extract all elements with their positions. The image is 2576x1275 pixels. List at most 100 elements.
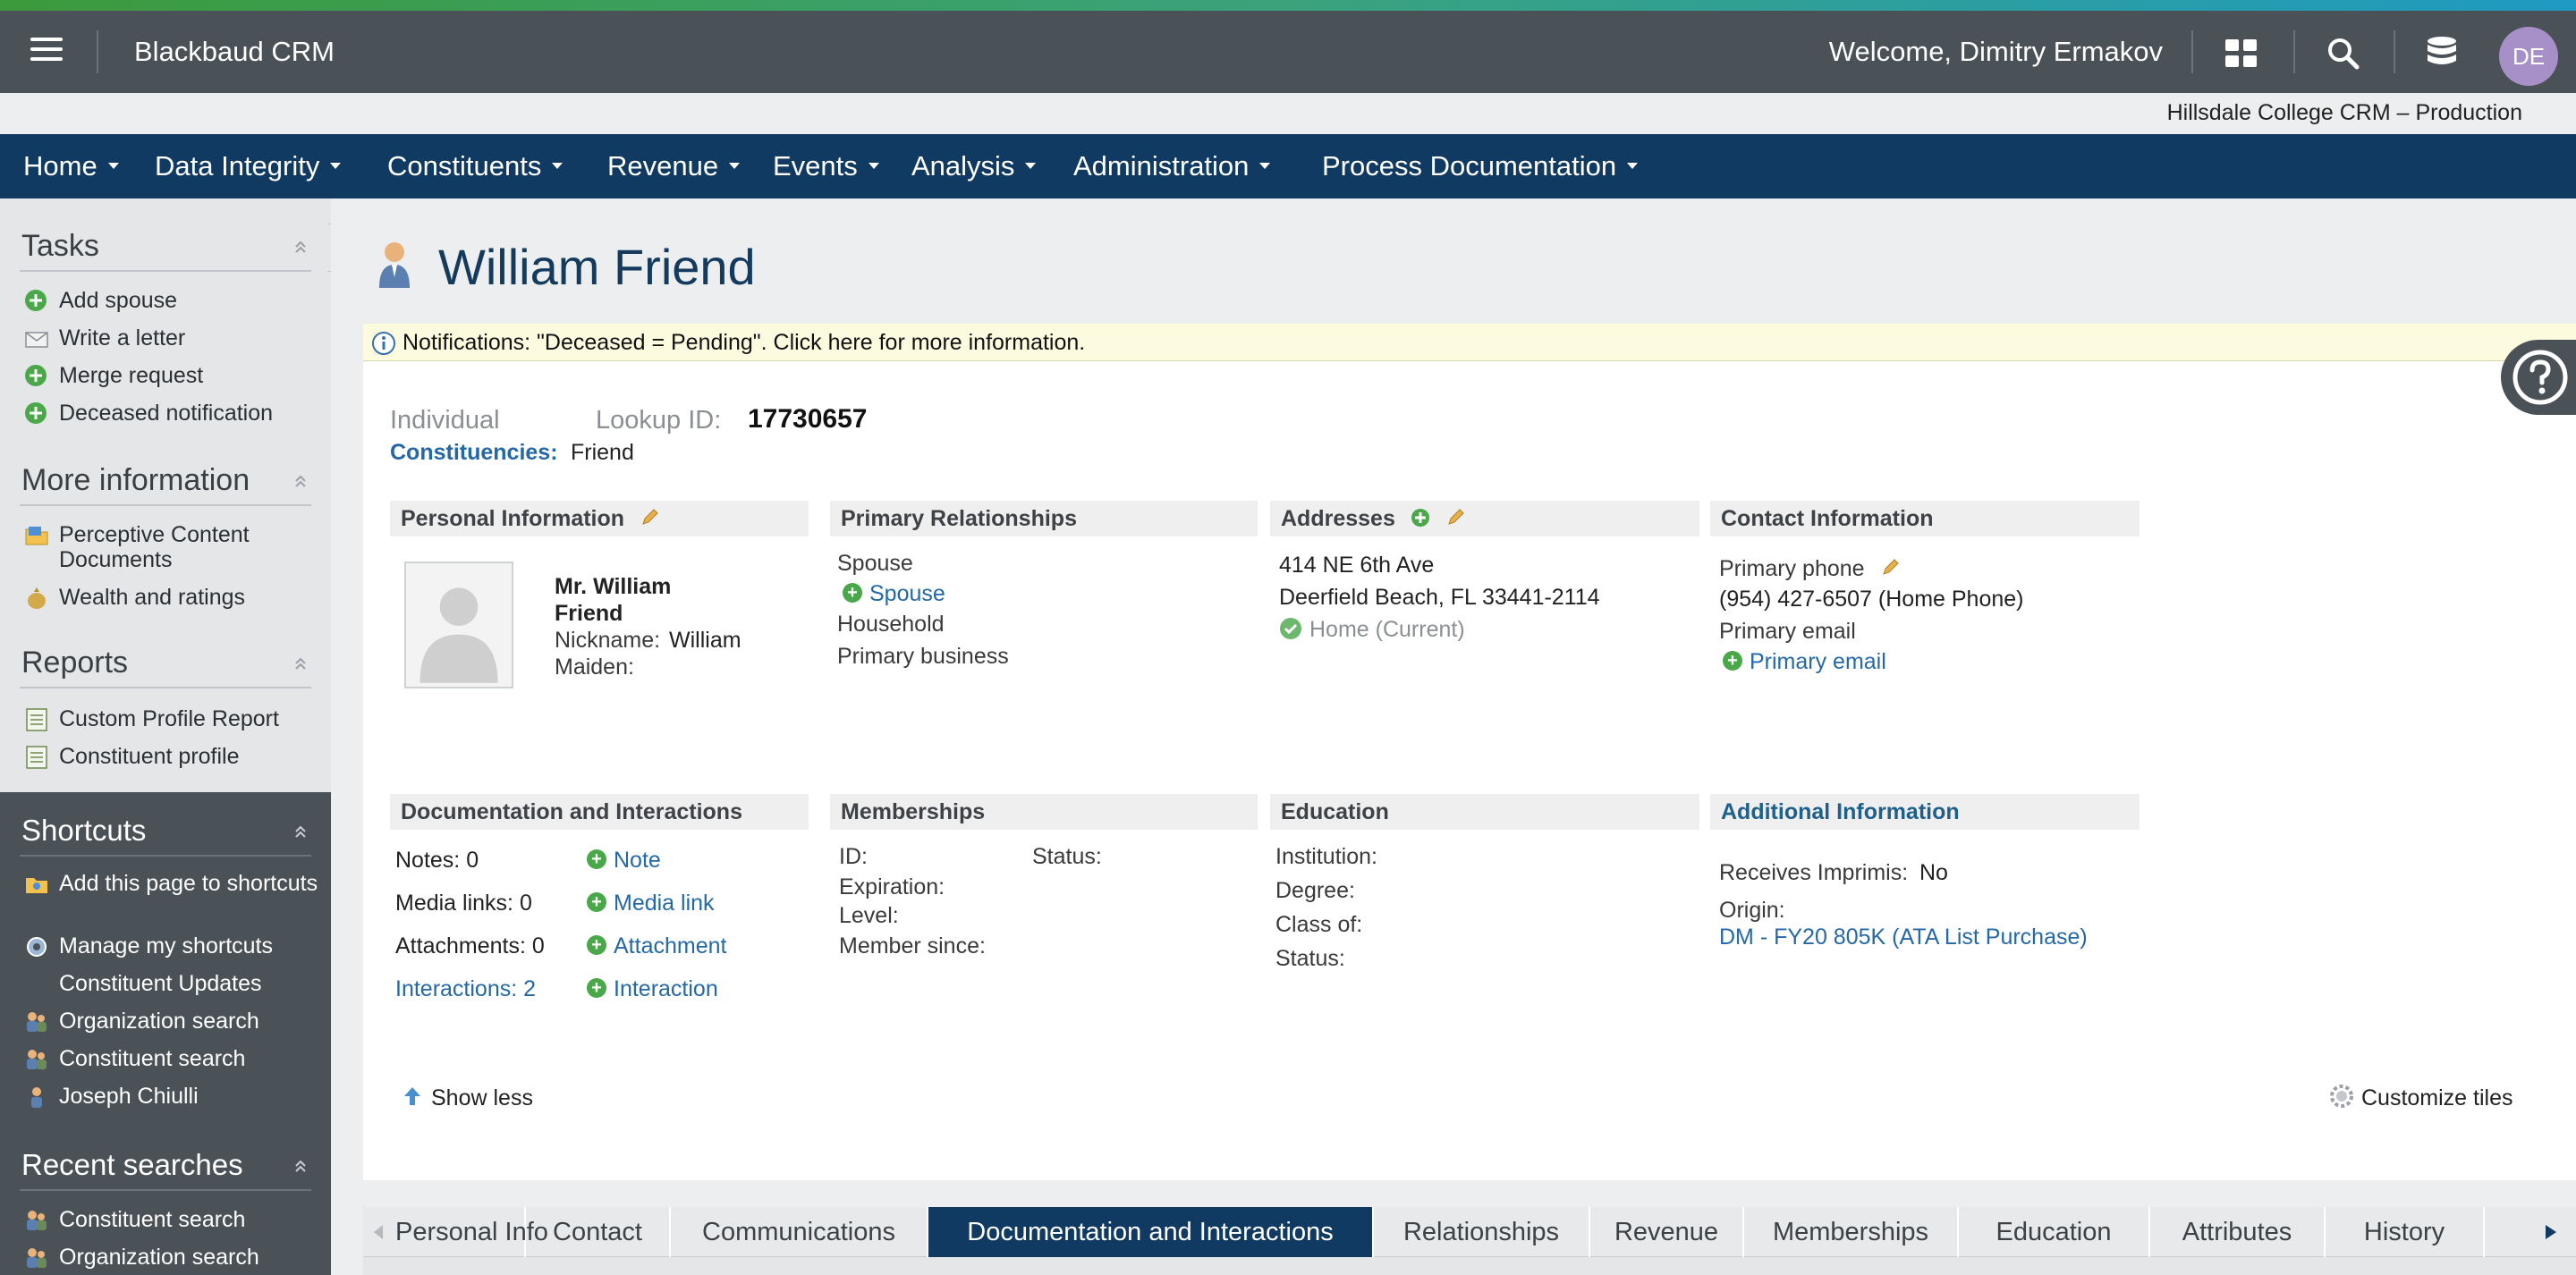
tab-revenue[interactable]: Revenue	[1590, 1207, 1744, 1257]
wealth-icon	[28, 587, 46, 609]
constituent-type: Individual	[390, 406, 500, 435]
tab-relationships[interactable]: Relationships	[1374, 1207, 1590, 1257]
accent-strip	[0, 0, 2576, 11]
shortcut-joseph-chiulli[interactable]: Joseph Chiulli	[23, 1084, 318, 1110]
more-wealth-ratings[interactable]: Wealth and ratings	[23, 585, 318, 612]
tile-personal-information[interactable]: Personal Information	[390, 501, 809, 536]
divider	[2394, 30, 2395, 73]
nav-home[interactable]: Home	[23, 150, 119, 182]
task-deceased-notification[interactable]: Deceased notification	[23, 401, 318, 427]
primary-email-label: Primary email	[1719, 619, 1856, 644]
maiden-label: Maiden:	[555, 654, 634, 680]
scroll-left-icon[interactable]	[363, 1207, 395, 1257]
spouse-label: Spouse	[837, 551, 913, 576]
tile-documentation-interactions[interactable]: Documentation and Interactions	[390, 794, 809, 830]
shortcut-constituent-updates[interactable]: Constituent Updates	[23, 971, 318, 996]
add-icon	[25, 402, 47, 424]
help-button[interactable]	[2501, 340, 2576, 415]
menu-icon[interactable]	[30, 38, 63, 64]
collapse-icon[interactable]	[293, 474, 308, 488]
notes-count: Notes: 0	[395, 848, 479, 873]
tile-addresses[interactable]: Addresses	[1270, 501, 1699, 536]
gear-icon	[27, 937, 47, 957]
shortcut-constituent-search[interactable]: Constituent search	[23, 1046, 318, 1073]
gear-icon	[2330, 1085, 2353, 1109]
constituencies-link[interactable]: Constituencies:	[390, 440, 558, 466]
origin-link[interactable]: DM - FY20 805K (ATA List Purchase)	[1719, 925, 2088, 950]
add-interaction-link[interactable]: + Interaction	[587, 976, 718, 1002]
add-attachment-link[interactable]: + Attachment	[587, 933, 726, 959]
tab-documentation-interactions[interactable]: Documentation and Interactions	[928, 1207, 1374, 1257]
degree-label: Degree:	[1275, 878, 1355, 903]
tile-title: Documentation and Interactions	[401, 799, 742, 824]
shortcut-add-page[interactable]: Add this page to shortcuts	[23, 871, 318, 898]
edit-pencil-icon[interactable]	[1445, 508, 1465, 528]
task-add-spouse[interactable]: Add spouse	[23, 288, 318, 315]
nav-process-documentation[interactable]: Process Documentation	[1322, 150, 1639, 182]
tab-memberships[interactable]: Memberships	[1744, 1207, 1959, 1257]
database-icon[interactable]	[2422, 34, 2462, 73]
tab-contact[interactable]: Contact	[526, 1207, 671, 1257]
notification-banner[interactable]: Notifications: "Deceased = Pending". Cli…	[363, 324, 2576, 361]
nav-events[interactable]: Events	[773, 150, 879, 182]
more-perceptive-content[interactable]: Perceptive Content Documents	[23, 522, 318, 572]
collapse-icon[interactable]	[293, 656, 308, 671]
add-media-link[interactable]: + Media link	[587, 891, 715, 916]
membership-id-label: ID:	[839, 844, 868, 869]
interactions-link[interactable]: Interactions: 2	[395, 976, 536, 1002]
tile-memberships[interactable]: Memberships	[830, 794, 1258, 830]
tab-attributes[interactable]: Attributes	[2150, 1207, 2326, 1257]
divider	[2191, 30, 2193, 73]
nav-data-integrity[interactable]: Data Integrity	[155, 150, 342, 182]
task-merge-request[interactable]: Merge request	[23, 363, 318, 390]
show-less-button[interactable]: Show less	[402, 1085, 533, 1111]
tab-education[interactable]: Education	[1959, 1207, 2150, 1257]
tile-additional-information[interactable]: Additional Information	[1710, 794, 2140, 830]
tab-history[interactable]: History	[2326, 1207, 2485, 1257]
environment-label: Hillsdale College CRM – Production	[2166, 100, 2522, 125]
add-note-link[interactable]: + Note	[587, 848, 661, 874]
tile-title: Education	[1281, 799, 1389, 824]
divider	[20, 504, 311, 506]
edit-pencil-icon[interactable]	[640, 508, 659, 528]
collapse-icon[interactable]	[293, 824, 308, 839]
profile-panel: Individual Lookup ID: 17730657 Constitue…	[363, 361, 2576, 1180]
tile-primary-relationships[interactable]: Primary Relationships	[830, 501, 1258, 536]
person-name-line2: Friend	[555, 601, 623, 626]
nav-analysis[interactable]: Analysis	[911, 150, 1037, 182]
shortcut-manage[interactable]: Manage my shortcuts	[23, 933, 318, 960]
collapse-icon[interactable]	[293, 1159, 308, 1173]
education-status-label: Status:	[1275, 946, 1345, 971]
tile-education[interactable]: Education	[1270, 794, 1699, 830]
avatar[interactable]: DE	[2499, 27, 2558, 86]
shortcut-organization-search[interactable]: Organization search	[23, 1009, 318, 1035]
people-search-icon	[27, 1050, 47, 1069]
institution-label: Institution:	[1275, 844, 1377, 869]
app-title[interactable]: Blackbaud CRM	[134, 36, 335, 68]
recent-constituent-search[interactable]: Constituent search	[23, 1207, 318, 1234]
add-spouse-link[interactable]: + Spouse	[843, 581, 945, 607]
scroll-right-icon[interactable]	[2535, 1207, 2567, 1257]
task-write-letter[interactable]: Write a letter	[23, 325, 318, 352]
nav-revenue[interactable]: Revenue	[607, 150, 741, 182]
tab-communications[interactable]: Communications	[671, 1207, 928, 1257]
collapse-icon[interactable]	[293, 240, 308, 254]
add-primary-email-link[interactable]: + Primary email	[1723, 649, 1886, 675]
report-constituent-profile[interactable]: Constituent profile	[23, 744, 318, 771]
top-bar: Blackbaud CRM Welcome, Dimitry Ermakov D…	[0, 11, 2576, 93]
search-icon[interactable]	[2324, 34, 2363, 73]
nav-constituents[interactable]: Constituents	[387, 150, 564, 182]
nav-administration[interactable]: Administration	[1073, 150, 1271, 182]
report-custom-profile[interactable]: Custom Profile Report	[23, 706, 318, 733]
lookup-id-value: 17730657	[748, 404, 868, 434]
sidebar-tasks-title: Tasks	[21, 229, 99, 263]
letter-icon	[25, 332, 48, 348]
tab-personal-info[interactable]: Personal Info	[395, 1207, 548, 1257]
tile-contact-information[interactable]: Contact Information	[1710, 501, 2140, 536]
customize-tiles-button[interactable]: Customize tiles	[2329, 1085, 2513, 1111]
add-icon[interactable]	[1411, 508, 1430, 528]
edit-pencil-icon[interactable]	[1880, 558, 1900, 578]
recent-organization-search[interactable]: Organization search	[23, 1245, 318, 1271]
profile-photo-placeholder[interactable]	[404, 562, 513, 688]
apps-grid-icon[interactable]	[2222, 34, 2261, 73]
